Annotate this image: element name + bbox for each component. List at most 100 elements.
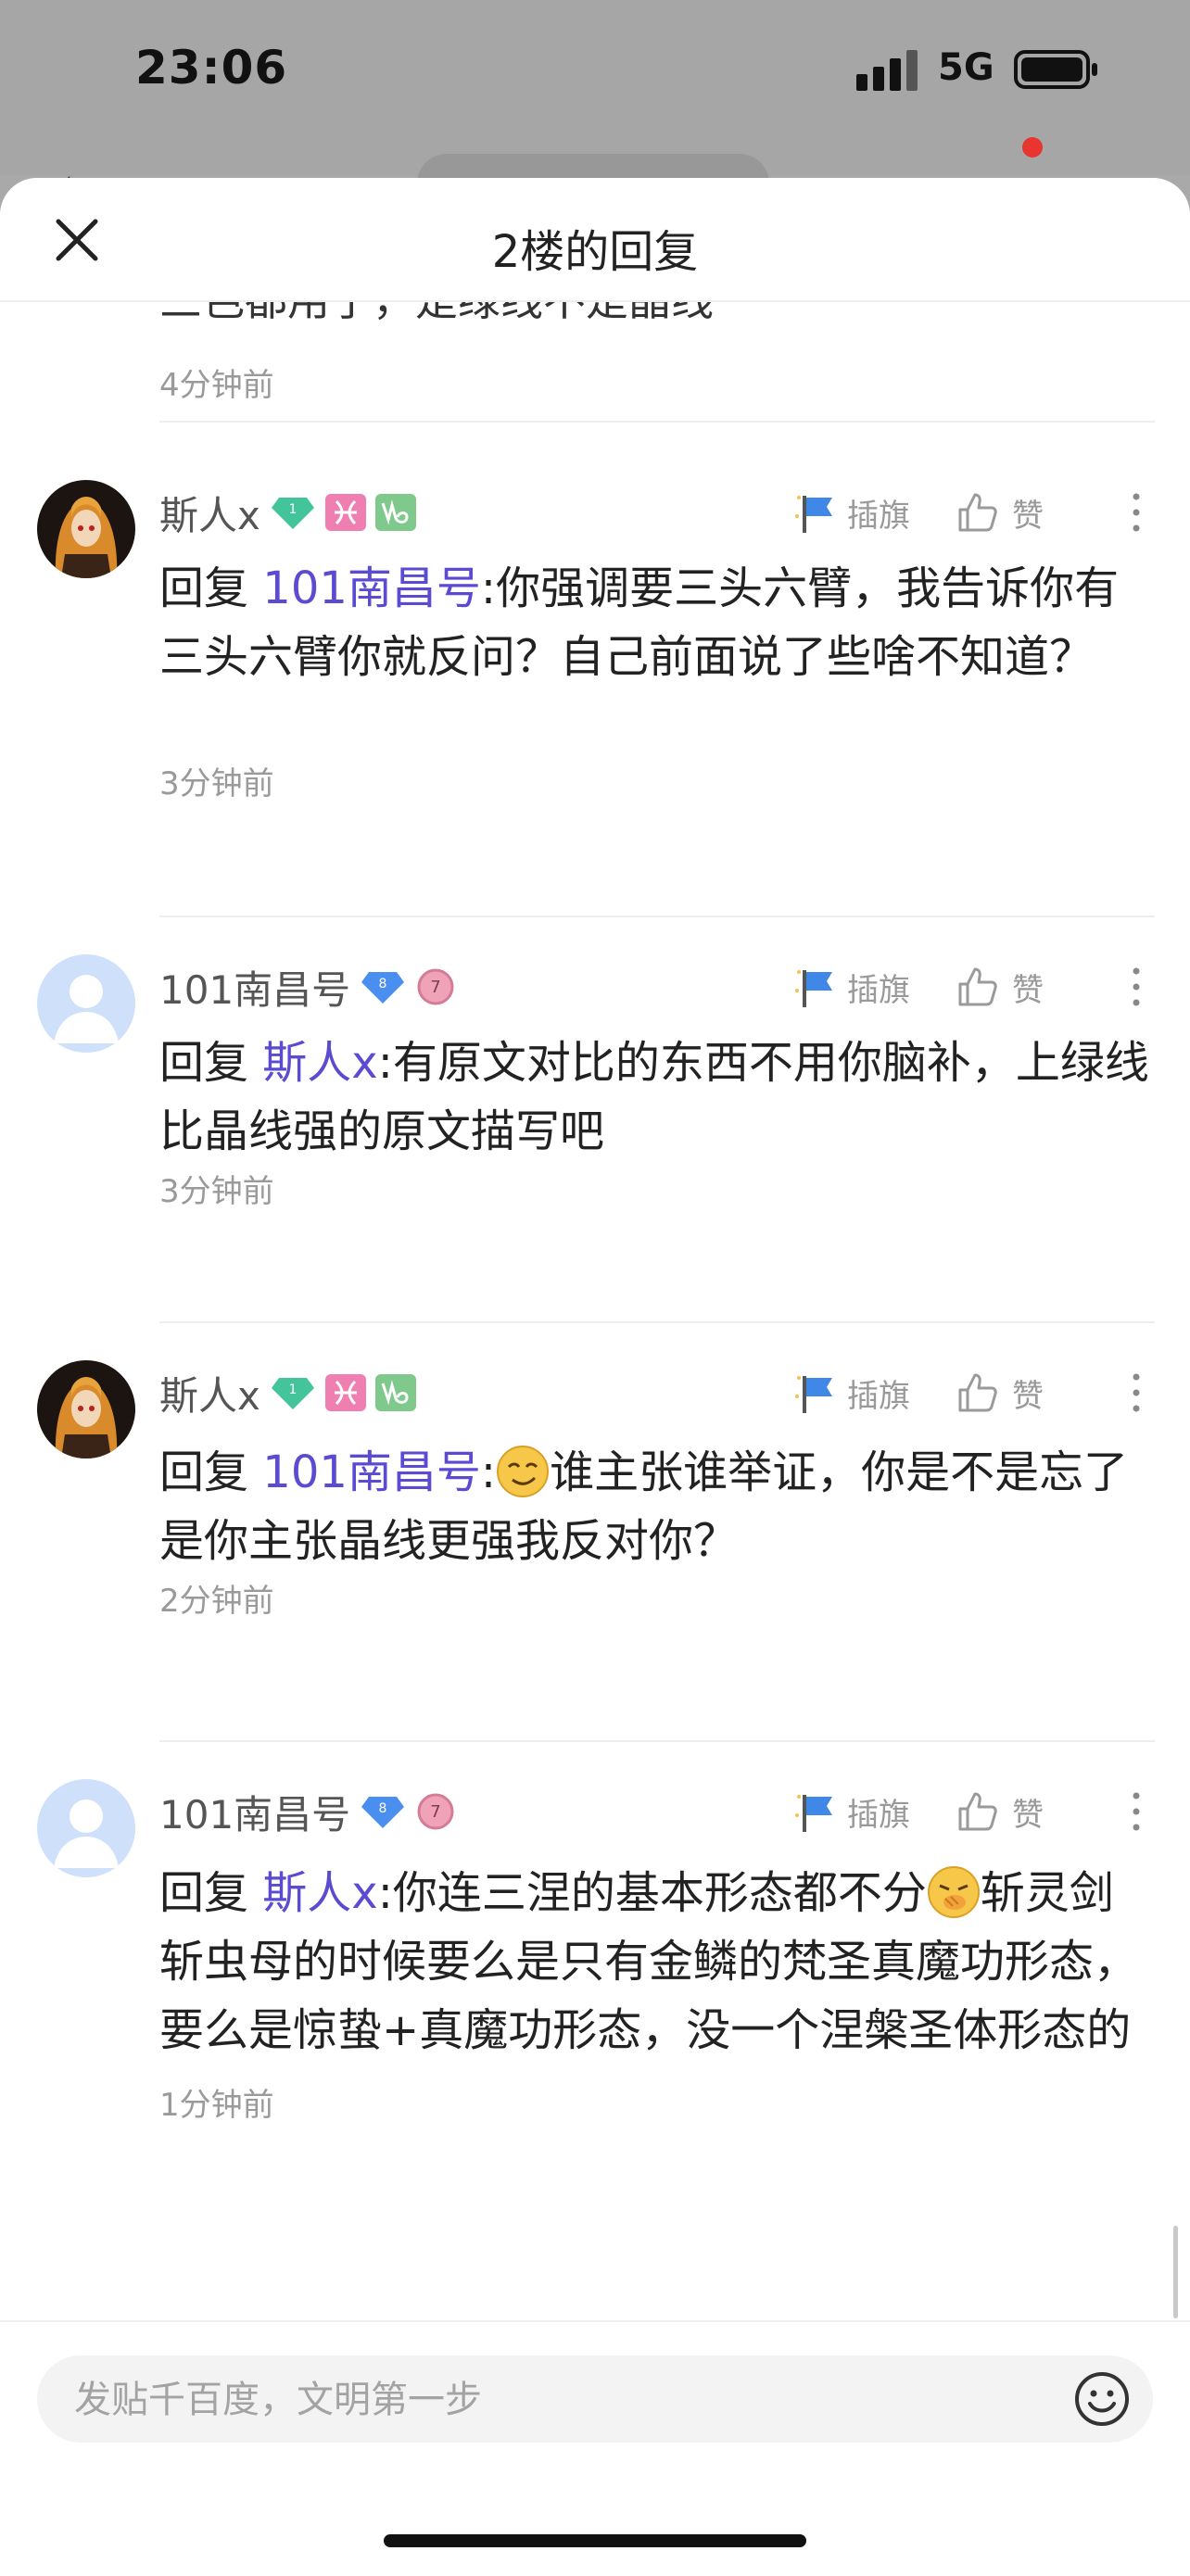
flag-button[interactable]: 插旗 — [791, 954, 910, 1019]
comment-body: :你连三涅的基本形态都不分 — [377, 1867, 927, 1919]
level-number: 7 — [430, 978, 440, 997]
scroll-indicator[interactable] — [1173, 2226, 1178, 2318]
default-avatar-image — [37, 1779, 135, 1877]
avatar-image — [37, 480, 135, 578]
comment-text: 回复 101南昌号:你强调要三头六臂，我告诉你有三头六臂你就反问？自己前面说了些… — [159, 554, 1151, 691]
more-button[interactable] — [1118, 1779, 1155, 1844]
more-vertical-icon — [1133, 493, 1140, 532]
battery-icon — [1014, 50, 1097, 89]
avatar[interactable] — [37, 480, 135, 578]
comment-actions: 插旗 赞 — [791, 1779, 1190, 1844]
mention-link[interactable]: 斯人x — [262, 1037, 377, 1089]
flag-button[interactable]: 插旗 — [791, 1360, 910, 1425]
mention-link[interactable]: 101南昌号 — [262, 1446, 481, 1498]
notification-dot — [1022, 137, 1043, 158]
comment-actions: 插旗 赞 — [791, 954, 1190, 1019]
like-label: 赞 — [1012, 971, 1044, 1009]
sheet-header: 2楼的回复 — [0, 178, 1190, 302]
user-row: 斯人x 1 — [159, 480, 416, 545]
like-button[interactable]: 赞 — [956, 954, 1044, 1019]
smiley-icon[interactable] — [1073, 2370, 1131, 2428]
mention-link[interactable]: 斯人x — [262, 1867, 377, 1919]
flag-icon — [795, 496, 832, 533]
avatar[interactable] — [37, 1360, 135, 1458]
flag-icon — [795, 1795, 832, 1832]
comment-text: 回复 101南昌号: 谁主张谁举证，你是不是忘了是你主张晶线更强我反对你？ — [159, 1438, 1151, 1575]
level-number: 7 — [430, 1802, 440, 1822]
reply-input-wrapper — [37, 2355, 1153, 2444]
pisces-icon — [324, 494, 366, 531]
username[interactable]: 101南昌号 — [159, 1784, 350, 1840]
divider — [159, 1740, 1155, 1742]
level-number: 8 — [379, 977, 387, 991]
signal-icon — [856, 50, 918, 91]
like-label: 赞 — [1012, 1796, 1044, 1834]
divider — [159, 421, 1155, 423]
flag-label: 插旗 — [847, 497, 910, 535]
level-7-medal-icon: 7 — [415, 966, 456, 1007]
sheet-title: 2楼的回复 — [491, 226, 699, 278]
comment-timestamp: 4分钟前 — [159, 367, 274, 404]
status-bar: 23:06 5G — [0, 0, 1190, 176]
more-button[interactable] — [1118, 480, 1155, 545]
mention-link[interactable]: 101南昌号 — [262, 562, 481, 614]
user-row: 101南昌号 8 7 — [159, 1779, 456, 1844]
reply-prefix: 回复 — [159, 1446, 249, 1498]
level-number: 1 — [288, 502, 297, 517]
flag-button[interactable]: 插旗 — [791, 1779, 910, 1844]
flag-label: 插旗 — [847, 971, 910, 1009]
like-label: 赞 — [1012, 497, 1044, 535]
reply-sheet: 2楼的回复 三色都用了，是绿线不是晶线 4分钟前 斯人x 1 — [0, 178, 1190, 2574]
comment-timestamp: 3分钟前 — [159, 765, 274, 802]
like-button[interactable]: 赞 — [956, 1360, 1044, 1425]
user-row: 101南昌号 8 7 — [159, 954, 456, 1019]
more-button[interactable] — [1118, 1360, 1155, 1425]
like-button[interactable]: 赞 — [956, 1779, 1044, 1844]
reply-input[interactable] — [72, 2355, 1058, 2444]
default-avatar-image — [37, 954, 135, 1053]
divider — [159, 915, 1155, 917]
reply-prefix: 回复 — [159, 562, 249, 614]
more-vertical-icon — [1133, 1373, 1140, 1412]
comment-actions: 插旗 赞 — [791, 1360, 1190, 1425]
reply-prefix: 回复 — [159, 1037, 249, 1089]
reply-prefix: 回复 — [159, 1867, 249, 1919]
capricorn-icon — [374, 1374, 416, 1411]
divider — [159, 1321, 1155, 1323]
level-1-gem-icon: 1 — [270, 1374, 316, 1411]
giggle-emoji-icon — [927, 1866, 980, 1918]
level-1-gem-icon: 1 — [270, 494, 316, 531]
like-label: 赞 — [1012, 1377, 1044, 1415]
pisces-icon — [324, 1374, 366, 1411]
flag-label: 插旗 — [847, 1796, 910, 1834]
flag-button[interactable]: 插旗 — [791, 480, 910, 545]
comment-text: 回复 斯人x:你连三涅的基本形态都不分 斩灵剑斩虫母的时候要么是只有金鳞的梵圣真魔… — [159, 1859, 1151, 2065]
username[interactable]: 101南昌号 — [159, 959, 350, 1016]
level-8-gem-icon: 8 — [360, 968, 406, 1005]
thumbs-up-icon — [958, 493, 997, 532]
like-button[interactable]: 赞 — [956, 480, 1044, 545]
level-number: 8 — [379, 1801, 387, 1816]
comment-timestamp: 3分钟前 — [159, 1173, 274, 1210]
avatar-image — [37, 1360, 135, 1458]
level-7-medal-icon: 7 — [415, 1791, 456, 1832]
username[interactable]: 斯人x — [159, 1365, 260, 1421]
home-indicator[interactable] — [384, 2534, 806, 2547]
user-row: 斯人x 1 — [159, 1360, 416, 1425]
avatar[interactable] — [37, 1779, 135, 1877]
flag-icon — [795, 970, 832, 1007]
thumbs-up-icon — [958, 1792, 997, 1831]
avatar[interactable] — [37, 954, 135, 1053]
more-vertical-icon — [1133, 1792, 1140, 1831]
username[interactable]: 斯人x — [159, 485, 260, 541]
status-time: 23:06 — [135, 41, 288, 95]
level-number: 1 — [288, 1383, 297, 1397]
comment-actions: 插旗 赞 — [791, 480, 1190, 545]
flag-icon — [795, 1376, 832, 1413]
smirk-emoji-icon — [497, 1446, 550, 1497]
network-type: 5G — [938, 46, 994, 89]
more-button[interactable] — [1118, 954, 1155, 1019]
comment-text: 回复 斯人x:有原文对比的东西不用你脑补，上绿线比晶线强的原文描写吧 — [159, 1029, 1151, 1166]
more-vertical-icon — [1133, 967, 1140, 1006]
colon: : — [480, 1446, 497, 1498]
